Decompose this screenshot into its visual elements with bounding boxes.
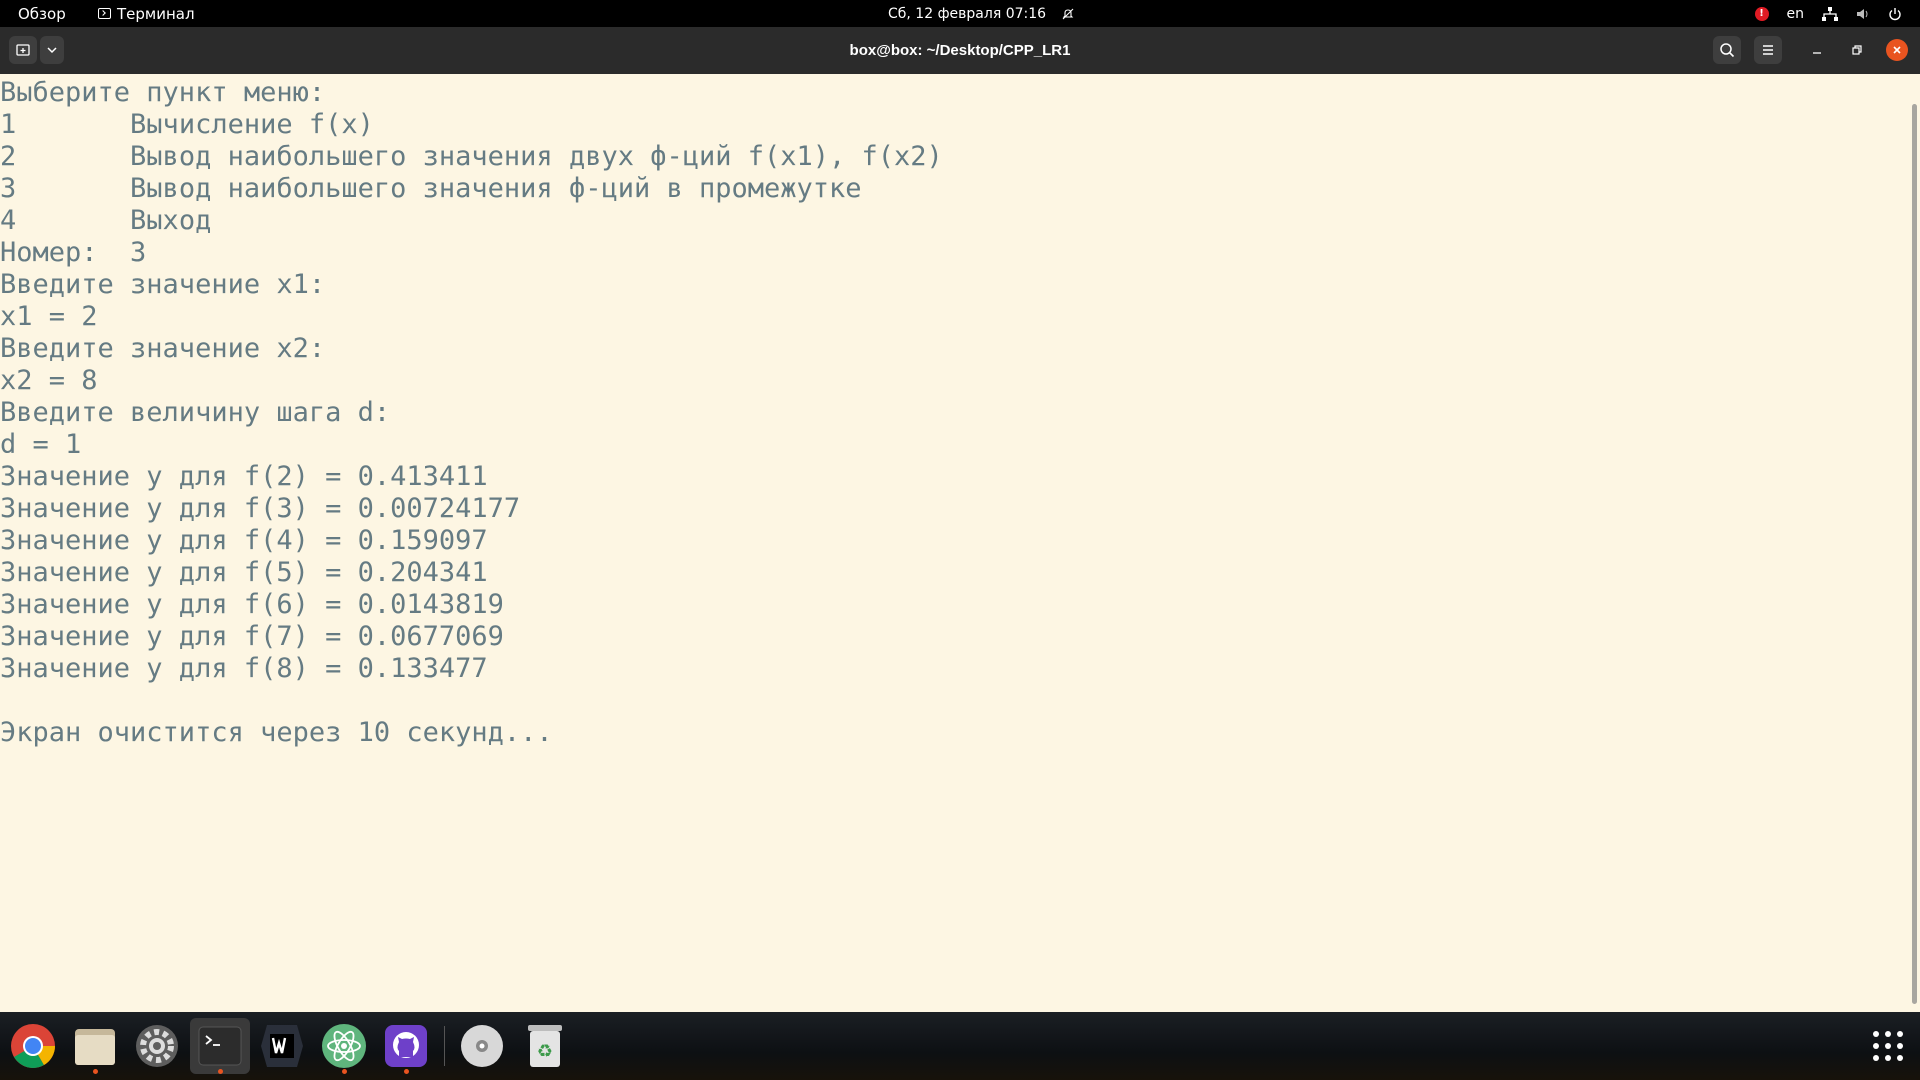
dock-item-files[interactable] bbox=[67, 1018, 123, 1074]
dock-item-chrome[interactable] bbox=[5, 1018, 61, 1074]
terminal-line: 2 Вывод наибольшего значения двух ф-ций … bbox=[0, 141, 943, 172]
keyboard-layout[interactable]: en bbox=[1787, 6, 1805, 22]
chrome-icon bbox=[11, 1024, 55, 1068]
terminal-window: box@box: ~/Desktop/CPP_LR1 Выберите пунк… bbox=[0, 27, 1920, 1015]
maximize-button[interactable] bbox=[1846, 39, 1868, 61]
svg-text:♻: ♻ bbox=[537, 1041, 553, 1062]
hamburger-menu-icon bbox=[1763, 45, 1773, 55]
notification-badge-icon[interactable]: ! bbox=[1754, 6, 1769, 21]
header-bar: box@box: ~/Desktop/CPP_LR1 bbox=[0, 27, 1920, 74]
show-apps-icon bbox=[1873, 1031, 1903, 1061]
terminal-line: x2 = 8 bbox=[0, 365, 98, 396]
dock-item-webstorm[interactable] bbox=[254, 1018, 310, 1074]
close-icon bbox=[1893, 46, 1901, 54]
files-icon bbox=[75, 1029, 115, 1065]
chevron-down-icon bbox=[47, 47, 57, 54]
terminal-line: x1 = 2 bbox=[0, 301, 98, 332]
terminal-line: Выберите пункт меню: bbox=[0, 77, 326, 108]
terminal-line: Введите значение x2: bbox=[0, 333, 326, 364]
terminal-line: Значение y для f(5) = 0.204341 bbox=[0, 557, 488, 588]
activities-label: Обзор bbox=[18, 4, 66, 23]
terminal-line: Введите величину шага d: bbox=[0, 397, 391, 428]
terminal-line: Значение y для f(4) = 0.159097 bbox=[0, 525, 488, 556]
app-menu[interactable]: Терминал bbox=[98, 0, 195, 27]
running-indicator bbox=[404, 1069, 409, 1074]
github-desktop-icon bbox=[385, 1025, 427, 1067]
dock-item-disc[interactable] bbox=[454, 1018, 510, 1074]
scrollbar[interactable] bbox=[1908, 74, 1920, 1012]
scrollbar-thumb[interactable] bbox=[1912, 104, 1917, 1004]
terminal-icon bbox=[198, 1026, 242, 1066]
trash-icon: ♻ bbox=[528, 1025, 562, 1067]
dock-item-terminal[interactable] bbox=[190, 1018, 250, 1074]
settings-icon bbox=[136, 1025, 178, 1067]
minimize-icon bbox=[1813, 52, 1821, 54]
hamburger-menu-button[interactable] bbox=[1754, 36, 1782, 64]
terminal-small-icon bbox=[98, 8, 111, 19]
clock-button[interactable]: Сб, 12 февраля 07:16 bbox=[888, 0, 1074, 27]
system-tray[interactable]: ! en bbox=[1754, 0, 1903, 27]
tab-menu-button[interactable] bbox=[40, 36, 64, 64]
dock-item-atom[interactable] bbox=[316, 1018, 372, 1074]
running-indicator bbox=[218, 1069, 223, 1074]
volume-icon[interactable] bbox=[1856, 7, 1870, 21]
close-button[interactable] bbox=[1886, 39, 1908, 61]
search-icon bbox=[1720, 43, 1735, 58]
new-tab-button[interactable] bbox=[9, 36, 37, 64]
terminal-line: Номер: 3 bbox=[0, 237, 147, 268]
terminal-line: Значение y для f(6) = 0.0143819 bbox=[0, 589, 504, 620]
clock-text: Сб, 12 февраля 07:16 bbox=[888, 5, 1047, 22]
bell-muted-icon bbox=[1062, 8, 1074, 19]
network-icon[interactable] bbox=[1822, 6, 1838, 21]
disc-icon bbox=[461, 1025, 503, 1067]
window-title: box@box: ~/Desktop/CPP_LR1 bbox=[849, 42, 1071, 59]
restore-icon bbox=[1852, 45, 1862, 55]
webstorm-icon bbox=[261, 1025, 303, 1067]
show-apps-button[interactable] bbox=[1860, 1018, 1916, 1074]
terminal-line: d = 1 bbox=[0, 429, 82, 460]
terminal-line: Значение y для f(7) = 0.0677069 bbox=[0, 621, 504, 652]
minimize-button[interactable] bbox=[1806, 39, 1828, 61]
new-tab-icon bbox=[16, 44, 30, 56]
dock-separator bbox=[444, 1026, 445, 1066]
terminal-line: 1 Вычисление f(x) bbox=[0, 109, 374, 140]
atom-icon bbox=[322, 1024, 366, 1068]
dock-item-github-desktop[interactable] bbox=[378, 1018, 434, 1074]
dock-item-settings[interactable] bbox=[129, 1018, 185, 1074]
terminal-line: Введите значение x1: bbox=[0, 269, 326, 300]
search-button[interactable] bbox=[1713, 36, 1741, 64]
activities-button[interactable]: Обзор bbox=[18, 0, 66, 27]
dock: ♻ bbox=[0, 1012, 1920, 1080]
running-indicator bbox=[342, 1069, 347, 1074]
power-icon[interactable] bbox=[1888, 7, 1902, 21]
terminal-line: Значение y для f(8) = 0.133477 bbox=[0, 653, 488, 684]
terminal-line: 4 Выход bbox=[0, 205, 212, 236]
app-menu-label: Терминал bbox=[117, 4, 195, 23]
terminal-line: Значение y для f(2) = 0.413411 bbox=[0, 461, 488, 492]
terminal-line: Экран очистится через 10 секунд... bbox=[0, 717, 553, 748]
terminal-line: 3 Вывод наибольшего значения ф-ций в про… bbox=[0, 173, 862, 204]
running-indicator bbox=[93, 1069, 98, 1074]
terminal-line: Значение y для f(3) = 0.00724177 bbox=[0, 493, 521, 524]
terminal-output[interactable]: Выберите пункт меню: 1 Вычисление f(x) 2 В… bbox=[0, 74, 1908, 1015]
dock-item-trash[interactable]: ♻ bbox=[517, 1018, 573, 1074]
top-bar: Обзор Терминал Сб, 12 февраля 07:16 ! en bbox=[0, 0, 1920, 27]
